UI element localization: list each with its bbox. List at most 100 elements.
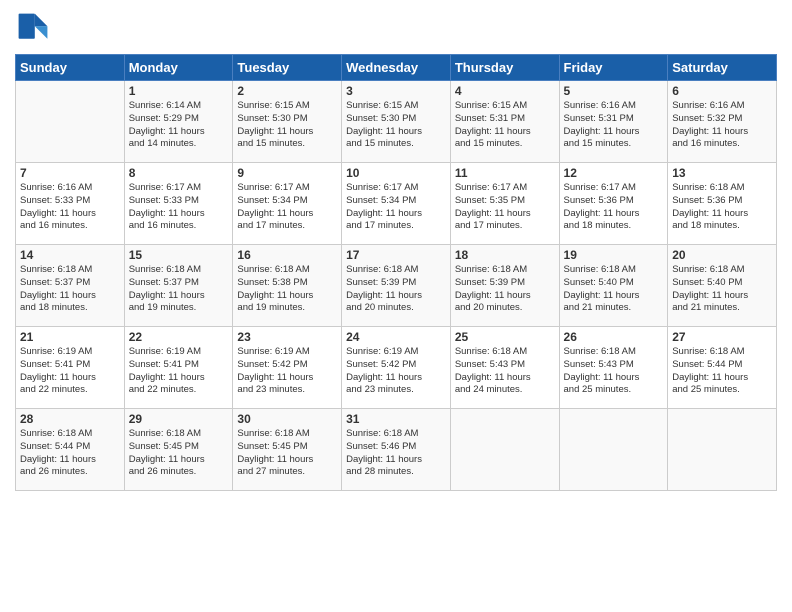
day-number: 26 xyxy=(564,330,664,344)
day-number: 4 xyxy=(455,84,555,98)
day-number: 28 xyxy=(20,412,120,426)
calendar-cell: 15 Sunrise: 6:18 AM Sunset: 5:37 PM Dayli… xyxy=(124,245,233,327)
calendar-cell: 22 Sunrise: 6:19 AM Sunset: 5:41 PM Dayli… xyxy=(124,327,233,409)
calendar-cell: 10 Sunrise: 6:17 AM Sunset: 5:34 PM Dayli… xyxy=(342,163,451,245)
day-number: 18 xyxy=(455,248,555,262)
weekday-header-saturday: Saturday xyxy=(668,55,777,81)
calendar-cell: 24 Sunrise: 6:19 AM Sunset: 5:42 PM Dayli… xyxy=(342,327,451,409)
day-info: Sunrise: 6:17 AM Sunset: 5:35 PM Dayligh… xyxy=(455,182,555,233)
day-info: Sunrise: 6:18 AM Sunset: 5:39 PM Dayligh… xyxy=(455,264,555,315)
calendar-cell: 27 Sunrise: 6:18 AM Sunset: 5:44 PM Dayli… xyxy=(668,327,777,409)
calendar-cell: 26 Sunrise: 6:18 AM Sunset: 5:43 PM Dayli… xyxy=(559,327,668,409)
day-number: 17 xyxy=(346,248,446,262)
week-row-3: 14Sunrise: 6:18 AM Sunset: 5:37 PM Dayli… xyxy=(16,245,777,327)
header xyxy=(15,10,777,46)
day-info: Sunrise: 6:18 AM Sunset: 5:45 PM Dayligh… xyxy=(129,428,229,479)
day-info: Sunrise: 6:17 AM Sunset: 5:36 PM Dayligh… xyxy=(564,182,664,233)
weekday-header-wednesday: Wednesday xyxy=(342,55,451,81)
day-info: Sunrise: 6:16 AM Sunset: 5:31 PM Dayligh… xyxy=(564,100,664,151)
calendar-cell: 9 Sunrise: 6:17 AM Sunset: 5:34 PM Daylig… xyxy=(233,163,342,245)
day-info: Sunrise: 6:18 AM Sunset: 5:44 PM Dayligh… xyxy=(672,346,772,397)
calendar-cell: 7 Sunrise: 6:16 AM Sunset: 5:33 PM Daylig… xyxy=(16,163,125,245)
calendar-cell xyxy=(16,81,125,163)
day-info: Sunrise: 6:18 AM Sunset: 5:46 PM Dayligh… xyxy=(346,428,446,479)
logo-icon xyxy=(15,10,51,46)
day-number: 8 xyxy=(129,166,229,180)
day-info: Sunrise: 6:16 AM Sunset: 5:32 PM Dayligh… xyxy=(672,100,772,151)
day-info: Sunrise: 6:18 AM Sunset: 5:45 PM Dayligh… xyxy=(237,428,337,479)
day-info: Sunrise: 6:18 AM Sunset: 5:40 PM Dayligh… xyxy=(564,264,664,315)
day-info: Sunrise: 6:17 AM Sunset: 5:34 PM Dayligh… xyxy=(237,182,337,233)
day-number: 22 xyxy=(129,330,229,344)
calendar-cell: 8 Sunrise: 6:17 AM Sunset: 5:33 PM Daylig… xyxy=(124,163,233,245)
weekday-header-tuesday: Tuesday xyxy=(233,55,342,81)
calendar-cell: 21 Sunrise: 6:19 AM Sunset: 5:41 PM Dayli… xyxy=(16,327,125,409)
day-info: Sunrise: 6:18 AM Sunset: 5:43 PM Dayligh… xyxy=(564,346,664,397)
calendar-cell: 6 Sunrise: 6:16 AM Sunset: 5:32 PM Daylig… xyxy=(668,81,777,163)
calendar-cell: 4 Sunrise: 6:15 AM Sunset: 5:31 PM Daylig… xyxy=(450,81,559,163)
day-number: 15 xyxy=(129,248,229,262)
calendar-cell xyxy=(559,409,668,491)
weekday-header-friday: Friday xyxy=(559,55,668,81)
day-info: Sunrise: 6:15 AM Sunset: 5:30 PM Dayligh… xyxy=(237,100,337,151)
calendar-cell: 30 Sunrise: 6:18 AM Sunset: 5:45 PM Dayli… xyxy=(233,409,342,491)
day-number: 23 xyxy=(237,330,337,344)
week-row-1: 1 Sunrise: 6:14 AM Sunset: 5:29 PM Daylig… xyxy=(16,81,777,163)
day-info: Sunrise: 6:19 AM Sunset: 5:41 PM Dayligh… xyxy=(129,346,229,397)
day-info: Sunrise: 6:18 AM Sunset: 5:39 PM Dayligh… xyxy=(346,264,446,315)
day-info: Sunrise: 6:17 AM Sunset: 5:34 PM Dayligh… xyxy=(346,182,446,233)
day-number: 3 xyxy=(346,84,446,98)
day-number: 5 xyxy=(564,84,664,98)
calendar-cell: 16 Sunrise: 6:18 AM Sunset: 5:38 PM Dayli… xyxy=(233,245,342,327)
day-number: 7 xyxy=(20,166,120,180)
calendar-cell: 12 Sunrise: 6:17 AM Sunset: 5:36 PM Dayli… xyxy=(559,163,668,245)
weekday-header-sunday: Sunday xyxy=(16,55,125,81)
day-info: Sunrise: 6:19 AM Sunset: 5:42 PM Dayligh… xyxy=(237,346,337,397)
day-number: 12 xyxy=(564,166,664,180)
day-number: 24 xyxy=(346,330,446,344)
day-number: 27 xyxy=(672,330,772,344)
day-info: Sunrise: 6:18 AM Sunset: 5:36 PM Dayligh… xyxy=(672,182,772,233)
day-number: 21 xyxy=(20,330,120,344)
day-info: Sunrise: 6:19 AM Sunset: 5:41 PM Dayligh… xyxy=(20,346,120,397)
day-number: 1 xyxy=(129,84,229,98)
calendar-cell: 11Sunrise: 6:17 AM Sunset: 5:35 PM Dayli… xyxy=(450,163,559,245)
weekday-header-thursday: Thursday xyxy=(450,55,559,81)
day-number: 6 xyxy=(672,84,772,98)
calendar-cell: 17 Sunrise: 6:18 AM Sunset: 5:39 PM Dayli… xyxy=(342,245,451,327)
day-info: Sunrise: 6:18 AM Sunset: 5:37 PM Dayligh… xyxy=(129,264,229,315)
day-number: 16 xyxy=(237,248,337,262)
day-info: Sunrise: 6:18 AM Sunset: 5:38 PM Dayligh… xyxy=(237,264,337,315)
day-info: Sunrise: 6:18 AM Sunset: 5:40 PM Dayligh… xyxy=(672,264,772,315)
day-info: Sunrise: 6:17 AM Sunset: 5:33 PM Dayligh… xyxy=(129,182,229,233)
week-row-5: 28 Sunrise: 6:18 AM Sunset: 5:44 PM Dayli… xyxy=(16,409,777,491)
day-info: Sunrise: 6:18 AM Sunset: 5:37 PM Dayligh… xyxy=(20,264,120,315)
day-info: Sunrise: 6:15 AM Sunset: 5:30 PM Dayligh… xyxy=(346,100,446,151)
calendar-cell: 14Sunrise: 6:18 AM Sunset: 5:37 PM Dayli… xyxy=(16,245,125,327)
day-number: 10 xyxy=(346,166,446,180)
calendar-cell: 28 Sunrise: 6:18 AM Sunset: 5:44 PM Dayli… xyxy=(16,409,125,491)
day-info: Sunrise: 6:18 AM Sunset: 5:43 PM Dayligh… xyxy=(455,346,555,397)
day-number: 31 xyxy=(346,412,446,426)
day-info: Sunrise: 6:19 AM Sunset: 5:42 PM Dayligh… xyxy=(346,346,446,397)
day-number: 30 xyxy=(237,412,337,426)
logo xyxy=(15,10,55,46)
week-row-2: 7 Sunrise: 6:16 AM Sunset: 5:33 PM Daylig… xyxy=(16,163,777,245)
calendar-cell: 25Sunrise: 6:18 AM Sunset: 5:43 PM Dayli… xyxy=(450,327,559,409)
calendar-cell: 2 Sunrise: 6:15 AM Sunset: 5:30 PM Daylig… xyxy=(233,81,342,163)
day-info: Sunrise: 6:15 AM Sunset: 5:31 PM Dayligh… xyxy=(455,100,555,151)
day-number: 2 xyxy=(237,84,337,98)
calendar-cell xyxy=(450,409,559,491)
calendar-cell: 3 Sunrise: 6:15 AM Sunset: 5:30 PM Daylig… xyxy=(342,81,451,163)
calendar-cell: 20Sunrise: 6:18 AM Sunset: 5:40 PM Dayli… xyxy=(668,245,777,327)
page: SundayMondayTuesdayWednesdayThursdayFrid… xyxy=(0,0,792,612)
day-info: Sunrise: 6:14 AM Sunset: 5:29 PM Dayligh… xyxy=(129,100,229,151)
day-info: Sunrise: 6:18 AM Sunset: 5:44 PM Dayligh… xyxy=(20,428,120,479)
calendar-table: SundayMondayTuesdayWednesdayThursdayFrid… xyxy=(15,54,777,491)
calendar-cell: 1 Sunrise: 6:14 AM Sunset: 5:29 PM Daylig… xyxy=(124,81,233,163)
calendar-cell: 29Sunrise: 6:18 AM Sunset: 5:45 PM Dayli… xyxy=(124,409,233,491)
week-row-4: 21 Sunrise: 6:19 AM Sunset: 5:41 PM Dayli… xyxy=(16,327,777,409)
day-number: 9 xyxy=(237,166,337,180)
calendar-cell: 19Sunrise: 6:18 AM Sunset: 5:40 PM Dayli… xyxy=(559,245,668,327)
day-info: Sunrise: 6:16 AM Sunset: 5:33 PM Dayligh… xyxy=(20,182,120,233)
